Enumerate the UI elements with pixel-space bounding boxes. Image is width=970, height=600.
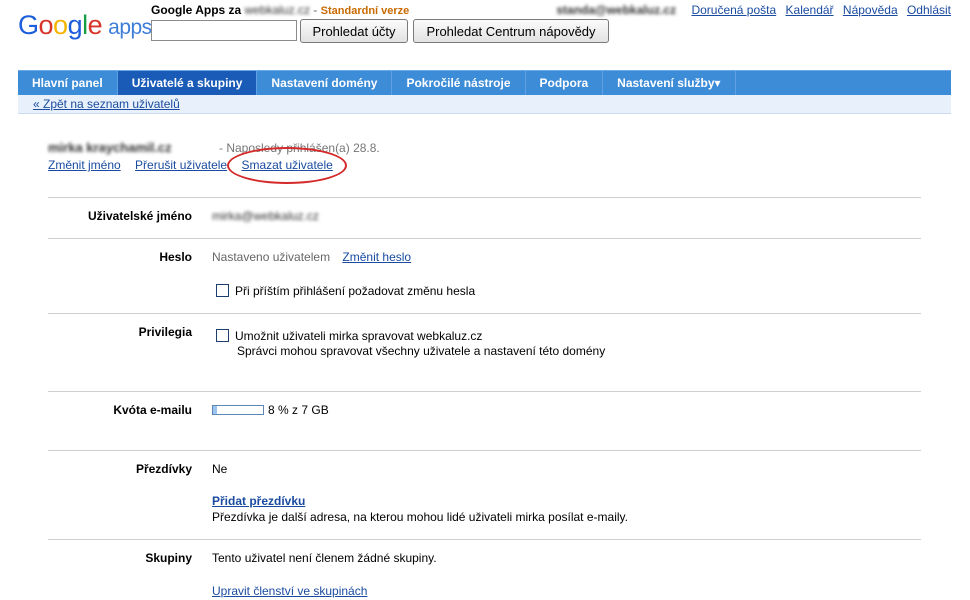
tab-dashboard[interactable]: Hlavní panel [18,71,118,95]
password-status: Nastaveno uživatelem Změnit heslo [212,250,411,264]
brand-line: Google Apps za webkaluz.cz - Standardní … [151,3,409,17]
username-label: Uživatelské jméno [87,209,192,223]
rename-user-link[interactable]: Změnit jméno [48,158,121,172]
add-nickname-link[interactable]: Přidat přezdívku [212,494,305,508]
admin-privilege-checkbox[interactable] [216,329,229,342]
username-value: mirka@webkaluz.cz [212,209,319,223]
quota-progress-fill [213,406,217,414]
user-links: standa@webkaluz.cz Doručená pošta Kalend… [556,3,951,17]
main-nav: Hlavní panel Uživatelé a skupiny Nastave… [18,70,951,95]
change-password-link[interactable]: Změnit heslo [342,250,411,264]
groups-label: Skupiny [145,551,192,565]
quota-text: 8 % z 7 GB [268,403,329,417]
help-link[interactable]: Nápověda [843,3,898,17]
search-input[interactable] [151,20,297,41]
subnav-bar: « Zpět na seznam uživatelů [18,95,951,114]
admin-privilege-note: Správci mohou spravovat všechny uživatel… [237,344,606,358]
privileges-label: Privilegia [138,325,192,339]
password-value: Nastaveno uživatelem [212,250,331,264]
nickname-description: Přezdívka je další adresa, na kterou moh… [212,510,628,524]
inbox-link[interactable]: Doručená pošta [691,3,776,17]
search-accounts-button[interactable]: Prohledat účty [300,19,408,43]
force-password-change-option: Při příštím přihlášení požadovat změnu h… [216,284,475,298]
last-login-text: - Naposledy přihlášen(a) 28.8. [219,141,380,155]
sign-out-link[interactable]: Odhlásit [907,3,951,17]
version-label: Standardní verze [320,5,410,17]
edit-group-membership-link[interactable]: Upravit členství ve skupinách [212,584,367,598]
password-label: Heslo [159,250,192,264]
divider [48,539,921,540]
nicknames-value: Ne [212,462,228,476]
brand-separator: - [313,3,318,17]
brand-prefix: Google Apps za [151,3,242,17]
nicknames-label: Přezdívky [135,462,192,476]
user-actions: Změnit jméno Přerušit uživatele Smazat u… [48,158,344,172]
force-password-change-label: Při příštím přihlášení požadovat změnu h… [235,284,476,298]
admin-privilege-option: Umožnit uživateli mirka spravovat webkal… [216,329,482,343]
divider [48,238,921,239]
divider [48,197,921,198]
groups-value: Tento uživatel není členem žádné skupiny… [212,551,437,565]
current-user-email: standa@webkaluz.cz [556,3,677,17]
delete-user-link[interactable]: Smazat uživatele [241,158,332,172]
tab-domain-settings[interactable]: Nastavení domény [257,71,393,95]
divider [48,313,921,314]
quota-progress-bar [212,405,264,415]
force-password-change-checkbox[interactable] [216,284,229,297]
tab-advanced-tools[interactable]: Pokročilé nástroje [392,71,526,95]
google-apps-logo[interactable]: Google apps [18,12,152,39]
tab-users-and-groups[interactable]: Uživatelé a skupiny [117,71,258,95]
calendar-link[interactable]: Kalendář [786,3,834,17]
quota-label: Kvóta e-mailu [113,403,192,417]
quota-usage: 8 % z 7 GB [212,403,329,417]
user-full-name: mirka kraychamil.cz [48,140,172,155]
tab-service-settings[interactable]: Nastavení služby▾ [603,71,736,95]
back-to-users-link[interactable]: « Zpět na seznam uživatelů [33,97,180,111]
divider [48,450,921,451]
search-help-center-button[interactable]: Prohledat Centrum nápovědy [413,19,609,43]
tab-support[interactable]: Podpora [526,71,604,95]
divider [48,391,921,392]
suspend-user-link[interactable]: Přerušit uživatele [135,158,227,172]
domain-name: webkaluz.cz [244,3,310,17]
admin-privilege-label: Umožnit uživateli mirka spravovat webkal… [235,329,483,343]
